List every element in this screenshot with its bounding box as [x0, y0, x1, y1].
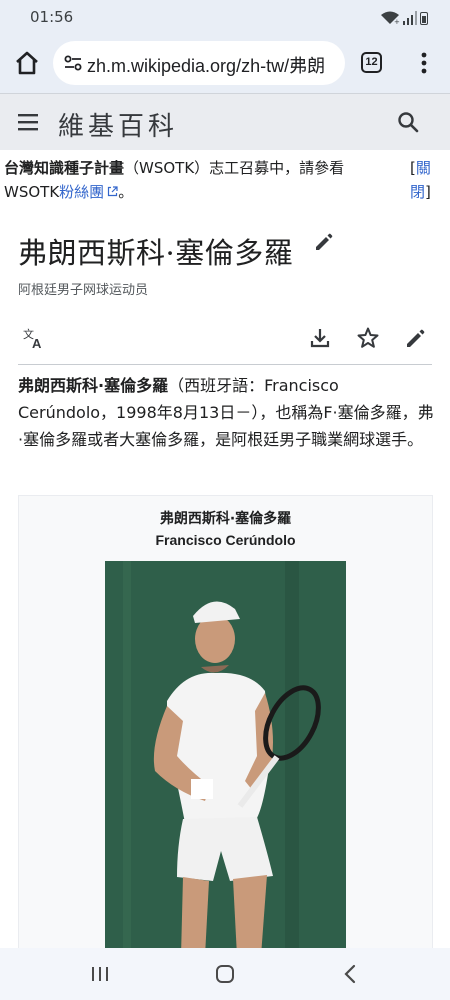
- search-icon[interactable]: [396, 110, 420, 134]
- menu-icon[interactable]: [17, 111, 39, 133]
- notice-fanpage-link[interactable]: 粉絲團: [59, 183, 104, 201]
- notice-close-button[interactable]: [關 閉]: [410, 156, 440, 204]
- intro-paragraph: 弗朗西斯科·塞倫多羅（西班牙語：Francisco Cerúndolo，1998…: [18, 372, 438, 453]
- page-title: 弗朗西斯科·塞倫多羅: [18, 236, 294, 270]
- more-vert-icon[interactable]: [414, 50, 434, 76]
- status-icons: +: [380, 9, 428, 25]
- home-icon[interactable]: [12, 48, 42, 78]
- site-notice: 台灣知識種子計畫（WSOTK）志工召募中，請參看 WSOTK粉絲團。 [關 閉]: [0, 150, 450, 212]
- wiki-header: 維基百科: [0, 94, 450, 150]
- url-text[interactable]: zh.m.wikipedia.org/zh-tw/弗朗: [87, 52, 325, 78]
- close-label-1[interactable]: 關: [416, 159, 431, 177]
- system-nav-bar: [0, 948, 450, 1000]
- notice-bold: 台灣知識種子計畫: [4, 159, 125, 177]
- external-link-icon: [108, 186, 118, 197]
- status-time: 01:56: [30, 8, 74, 26]
- wiki-logo[interactable]: 維基百科: [58, 106, 178, 143]
- pencil-icon[interactable]: [404, 326, 428, 350]
- translate-icon[interactable]: 文 A: [23, 326, 47, 350]
- star-icon[interactable]: [356, 326, 380, 350]
- notice-prefix: WSOTK: [4, 183, 60, 201]
- home-nav-icon[interactable]: [215, 964, 235, 984]
- wifi-icon: +: [381, 11, 400, 25]
- signal-icon: [403, 11, 417, 25]
- intro-name: 弗朗西斯科·塞倫多羅: [18, 376, 169, 395]
- battery-icon: [420, 12, 428, 25]
- download-icon[interactable]: [308, 326, 332, 350]
- player-photo[interactable]: [105, 561, 346, 956]
- tab-switcher-button[interactable]: 12: [361, 52, 382, 73]
- player-photo-illustration: [105, 561, 346, 956]
- tune-icon[interactable]: [63, 53, 83, 73]
- close-label-2[interactable]: 閉: [410, 183, 425, 201]
- notice-body: （WSOTK）志工召募中，請參看: [124, 159, 345, 177]
- notice-suffix: 。: [118, 183, 134, 201]
- infobox-title-zh: 弗朗西斯科·塞倫多羅: [159, 511, 292, 527]
- page-tagline: 阿根廷男子网球运动员: [18, 283, 149, 298]
- back-icon[interactable]: [343, 964, 357, 984]
- browser-toolbar: zh.m.wikipedia.org/zh-tw/弗朗 12: [0, 34, 450, 94]
- status-bar: 01:56 +: [0, 0, 450, 34]
- page-actions: 文 A: [18, 322, 432, 365]
- infobox-title-en: Francisco Cerúndolo: [155, 532, 296, 548]
- recent-apps-icon[interactable]: [90, 964, 110, 984]
- svg-text:+: +: [394, 18, 400, 25]
- notice-text: 台灣知識種子計畫（WSOTK）志工召募中，請參看 WSOTK粉絲團。: [4, 156, 394, 204]
- pencil-icon[interactable]: [313, 231, 335, 253]
- infobox: 弗朗西斯科·塞倫多羅 Francisco Cerúndolo: [18, 495, 433, 956]
- address-bar[interactable]: zh.m.wikipedia.org/zh-tw/弗朗: [53, 41, 345, 85]
- svg-text:A: A: [32, 336, 42, 350]
